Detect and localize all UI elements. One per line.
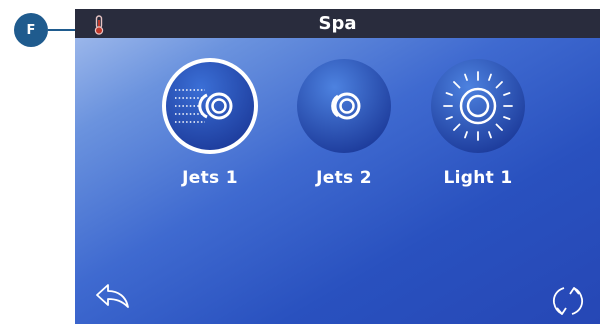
- jets-1-label: Jets 1: [182, 168, 238, 188]
- header-bar: Spa: [75, 9, 600, 38]
- jets-active-icon: [162, 58, 258, 154]
- back-arrow-icon[interactable]: [94, 281, 132, 309]
- jets-2-label: Jets 2: [316, 168, 372, 188]
- jets-1-button[interactable]: Jets 1: [155, 57, 265, 188]
- spa-screen: Spa Jets 1 Jets 2 Light 1: [75, 9, 600, 324]
- jets-2-button[interactable]: Jets 2: [289, 57, 399, 188]
- page-title: Spa: [318, 13, 357, 34]
- light-icon: [431, 59, 525, 153]
- refresh-icon[interactable]: [547, 282, 589, 320]
- light-1-label: Light 1: [443, 168, 513, 188]
- callout-badge: F: [14, 13, 48, 47]
- light-1-button[interactable]: Light 1: [423, 57, 533, 188]
- jets-icon: [297, 59, 391, 153]
